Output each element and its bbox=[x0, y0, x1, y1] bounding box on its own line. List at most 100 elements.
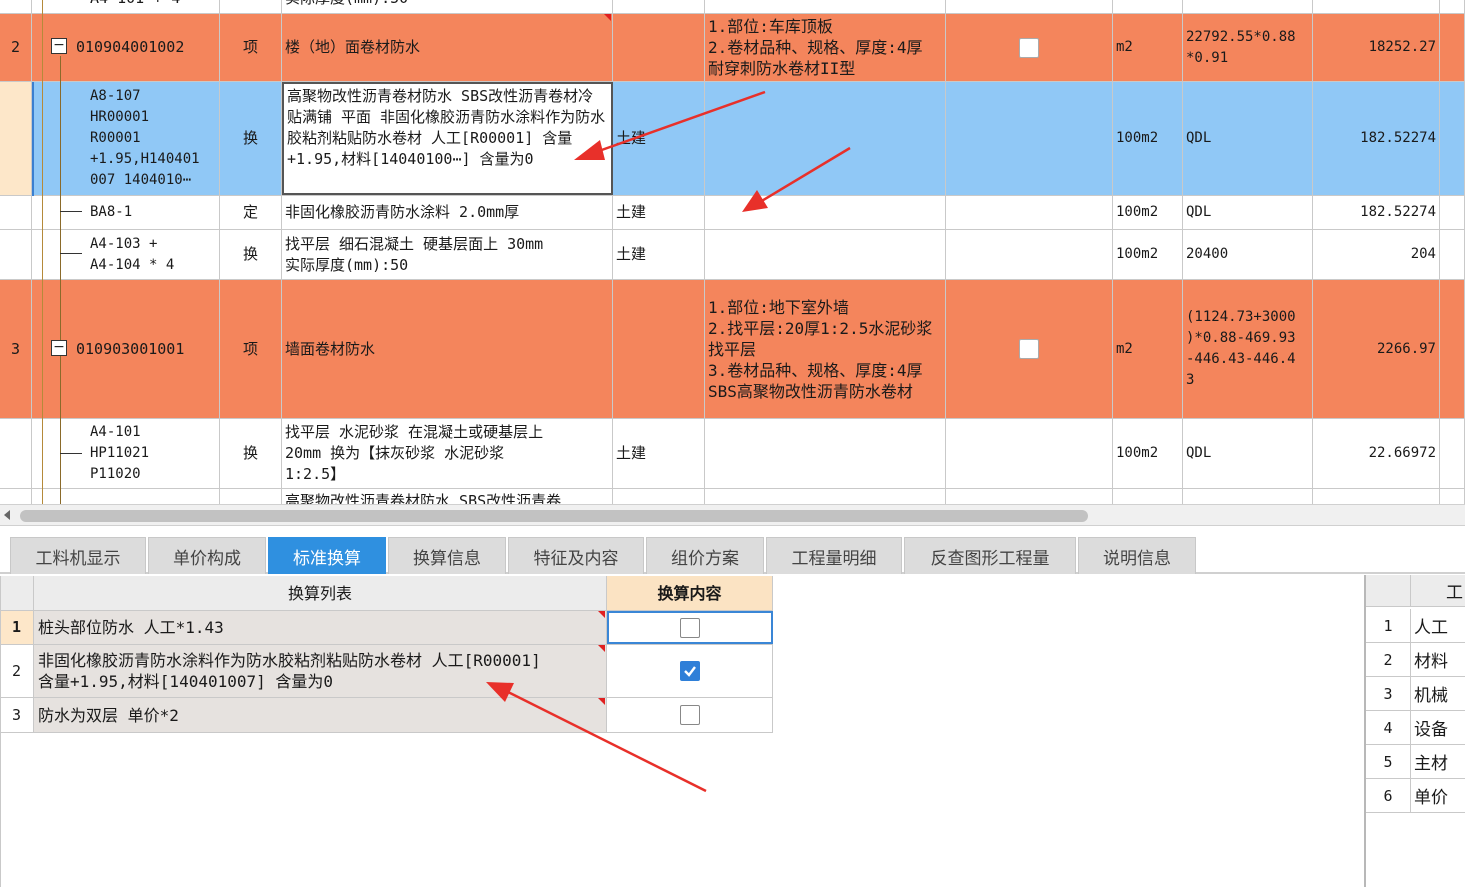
table-row[interactable]: 2 非固化橡胶沥青防水涂料作为防水胶粘剂粘贴防水卷材 人工[R00001] 含量… bbox=[0, 645, 773, 698]
table-row-selected[interactable]: A8-107 HR00001 R00001 +1.95,H140401 007 … bbox=[0, 82, 1465, 196]
detail-tabbar: 工料机显示 单价构成 标准换算 换算信息 特征及内容 组价方案 工程量明细 反查… bbox=[0, 530, 1465, 574]
table-header: 换算列表 换算内容 bbox=[0, 576, 773, 611]
row-expr: QDL bbox=[1183, 82, 1313, 195]
list-item[interactable]: 4 设备 bbox=[1366, 711, 1465, 745]
row-number: 1 bbox=[1366, 609, 1411, 642]
panel-header: 工 bbox=[1366, 575, 1465, 607]
row-number: 3 bbox=[1366, 677, 1411, 710]
tree-line bbox=[60, 453, 82, 454]
row-type: 项 bbox=[220, 280, 282, 418]
tab-unit-price[interactable]: 单价构成 bbox=[148, 537, 266, 574]
row-unit: 100m2 bbox=[1113, 230, 1183, 279]
resource-summary-panel: 工 1 人工 2 材料 3 机械 4 设备 5 主材 6 单价 bbox=[1364, 575, 1465, 887]
row-name: 非固化橡胶沥青防水涂料 2.0mm厚 bbox=[282, 196, 613, 229]
row-seq: 3 bbox=[0, 280, 32, 418]
row-name-editor[interactable]: 高聚物改性沥青卷材防水 SBS改性沥青卷材冷贴满铺 平面 非固化橡胶沥青防水涂料… bbox=[282, 82, 613, 195]
horizontal-scrollbar[interactable] bbox=[0, 504, 1465, 526]
row-specialty bbox=[613, 280, 705, 418]
row-features: 1.部位:车库顶板 2.卷材品种、规格、厚度:4厚 耐穿刺防水卷材II型 bbox=[705, 14, 946, 81]
row-type: 换 bbox=[220, 230, 282, 279]
row-specialty: 土建 bbox=[613, 230, 705, 279]
tab-features[interactable]: 特征及内容 bbox=[508, 537, 644, 574]
tree-line bbox=[60, 56, 61, 504]
table-row[interactable]: A4-101 HP11021 P11020 换 找平层 水泥砂浆 在混凝土或硬基… bbox=[0, 419, 1465, 489]
collapse-icon[interactable]: − bbox=[51, 38, 67, 54]
row-name: 找平层 细石混凝土 硬基层面上 30mm 实际厚度(mm):50 bbox=[282, 230, 613, 279]
row-unit: m2 bbox=[1113, 14, 1183, 81]
row-name: 高聚物改性沥青卷材防水 SBS改性沥青卷 bbox=[285, 492, 562, 504]
list-item[interactable]: 1 人工 bbox=[1366, 609, 1465, 643]
tab-pricing-plan[interactable]: 组价方案 bbox=[646, 537, 764, 574]
row-number: 2 bbox=[0, 645, 34, 697]
tab-reverse-lookup[interactable]: 反查图形工程量 bbox=[904, 537, 1076, 574]
tab-standard-conversion[interactable]: 标准换算 bbox=[268, 537, 386, 574]
row-expr: 20400 bbox=[1183, 230, 1313, 279]
table-row[interactable]: 1 桩头部位防水 人工*1.43 bbox=[0, 611, 773, 645]
tab-conversion-info[interactable]: 换算信息 bbox=[388, 537, 506, 574]
scrollbar-thumb[interactable] bbox=[20, 510, 1088, 522]
table-row[interactable]: A4-101 + 4 实际厚度(mm):50 bbox=[0, 0, 1465, 14]
row-type: 项 bbox=[220, 14, 282, 81]
selection-marker bbox=[32, 82, 34, 196]
row-qty: 2266.97 bbox=[1313, 280, 1440, 418]
checkmark-icon bbox=[683, 666, 696, 677]
row-number: 5 bbox=[1366, 745, 1411, 778]
comment-flag-icon bbox=[598, 611, 605, 618]
row-code: A4-101 + 4 bbox=[90, 0, 180, 9]
row-qty: 182.52274 bbox=[1313, 82, 1440, 195]
column-header-content: 换算内容 bbox=[607, 576, 773, 610]
comment-flag-icon bbox=[598, 698, 605, 705]
table-row[interactable]: 3 010903001001 项 墙面卷材防水 1.部位:地下室外墙 2.找平层… bbox=[0, 280, 1465, 419]
row-checkbox[interactable] bbox=[1019, 37, 1039, 58]
conversion-checkbox-checked[interactable] bbox=[679, 661, 700, 681]
tab-quantity-detail[interactable]: 工程量明细 bbox=[766, 537, 902, 574]
conversion-checkbox[interactable] bbox=[679, 705, 700, 725]
tab-description[interactable]: 说明信息 bbox=[1078, 537, 1196, 574]
tree-line bbox=[60, 253, 82, 254]
table-row[interactable]: 高聚物改性沥青卷材防水 SBS改性沥青卷 bbox=[0, 489, 1465, 504]
row-name: 实际厚度(mm):50 bbox=[285, 0, 408, 9]
resource-label: 机械 bbox=[1414, 686, 1448, 706]
row-qty: 22.66972 bbox=[1313, 419, 1440, 488]
row-number: 6 bbox=[1366, 779, 1411, 812]
row-expr: 22792.55*0.88 *0.91 bbox=[1183, 14, 1313, 81]
pane-border bbox=[0, 576, 1, 887]
row-unit: 100m2 bbox=[1113, 82, 1183, 195]
resource-label: 单价 bbox=[1414, 788, 1448, 808]
row-qty: 204 bbox=[1313, 230, 1440, 279]
column-header-list: 换算列表 bbox=[34, 576, 607, 610]
table-row[interactable]: BA8-1 定 非固化橡胶沥青防水涂料 2.0mm厚 土建 100m2 QDL … bbox=[0, 196, 1465, 230]
comment-flag-icon bbox=[604, 14, 611, 21]
collapse-icon[interactable]: − bbox=[51, 340, 67, 356]
row-type: 换 bbox=[220, 82, 282, 195]
row-specialty bbox=[613, 14, 705, 81]
resource-label: 设备 bbox=[1414, 720, 1448, 740]
table-row[interactable]: 2 010904001002 项 楼（地）面卷材防水 1.部位:车库顶板 2.卷… bbox=[0, 14, 1465, 82]
row-specialty: 土建 bbox=[613, 82, 705, 195]
tree-line bbox=[60, 211, 82, 212]
conversion-checkbox[interactable] bbox=[680, 617, 700, 638]
comment-flag-icon bbox=[598, 645, 605, 652]
list-item[interactable]: 2 材料 bbox=[1366, 643, 1465, 677]
row-name: 楼（地）面卷材防水 bbox=[282, 14, 613, 81]
conversion-text: 桩头部位防水 人工*1.43 bbox=[34, 611, 607, 644]
tab-labor-material[interactable]: 工料机显示 bbox=[10, 537, 146, 574]
row-features: 1.部位:地下室外墙 2.找平层:20厚1:2.5水泥砂浆 找平层 3.卷材品种… bbox=[705, 280, 946, 418]
row-expr: QDL bbox=[1183, 196, 1313, 229]
scroll-left-icon[interactable] bbox=[4, 510, 10, 520]
row-checkbox[interactable] bbox=[1019, 339, 1039, 359]
row-unit: 100m2 bbox=[1113, 196, 1183, 229]
row-number: 4 bbox=[1366, 711, 1411, 744]
panel-header-label: 工 bbox=[1446, 583, 1463, 603]
row-type: 定 bbox=[220, 196, 282, 229]
list-item[interactable]: 5 主材 bbox=[1366, 745, 1465, 779]
row-seq: 2 bbox=[0, 14, 32, 81]
row-specialty: 土建 bbox=[613, 419, 705, 488]
list-item[interactable]: 6 单价 bbox=[1366, 779, 1465, 813]
table-row[interactable]: A4-103 + A4-104 * 4 换 找平层 细石混凝土 硬基层面上 30… bbox=[0, 230, 1465, 280]
row-name: 墙面卷材防水 bbox=[282, 280, 613, 418]
row-expr: QDL bbox=[1183, 419, 1313, 488]
row-unit: 100m2 bbox=[1113, 419, 1183, 488]
table-row[interactable]: 3 防水为双层 单价*2 bbox=[0, 698, 773, 733]
list-item[interactable]: 3 机械 bbox=[1366, 677, 1465, 711]
